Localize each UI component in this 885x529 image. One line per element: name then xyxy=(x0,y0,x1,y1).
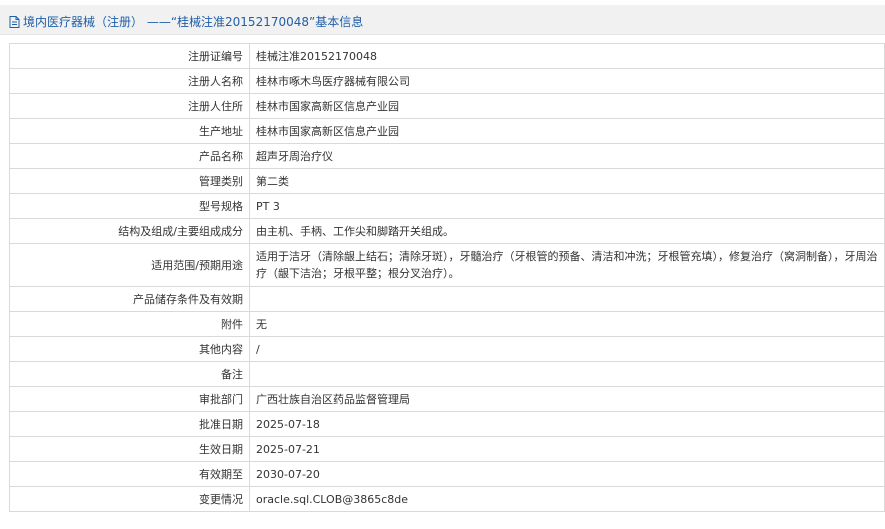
row-value xyxy=(249,286,885,312)
row-label: 管理类别 xyxy=(9,168,250,194)
row-label: 变更情况 xyxy=(9,486,250,512)
row-value xyxy=(249,361,885,387)
page-header: 境内医疗器械（注册） ——“桂械注准20152170048”基本信息 xyxy=(0,5,885,35)
row-label: 适用范围/预期用途 xyxy=(9,243,250,287)
header-title: 境内医疗器械（注册） ——“桂械注准20152170048”基本信息 xyxy=(23,15,364,29)
info-table: 注册证编号 桂械注准20152170048 注册人名称 桂林市啄木鸟医疗器械有限… xyxy=(9,43,885,512)
table-row: 适用范围/预期用途 适用于洁牙（清除龈上结石；清除牙斑），牙髓治疗（牙根管的预备… xyxy=(9,243,885,287)
row-value: 超声牙周治疗仪 xyxy=(249,143,885,169)
row-value: PT 3 xyxy=(249,193,885,219)
table-row: 产品名称 超声牙周治疗仪 xyxy=(9,143,885,169)
table-row: 注册人名称 桂林市啄木鸟医疗器械有限公司 xyxy=(9,68,885,94)
row-label: 附件 xyxy=(9,311,250,337)
table-row: 生产地址 桂林市国家高新区信息产业园 xyxy=(9,118,885,144)
table-row: 注册人住所 桂林市国家高新区信息产业园 xyxy=(9,93,885,119)
row-label: 备注 xyxy=(9,361,250,387)
row-value: 桂林市啄木鸟医疗器械有限公司 xyxy=(249,68,885,94)
row-label: 注册人住所 xyxy=(9,93,250,119)
row-label: 生效日期 xyxy=(9,436,250,462)
table-row: 型号规格 PT 3 xyxy=(9,193,885,219)
row-value: 桂林市国家高新区信息产业园 xyxy=(249,93,885,119)
row-label: 生产地址 xyxy=(9,118,250,144)
table-row: 批准日期 2025-07-18 xyxy=(9,411,885,437)
row-label: 结构及组成/主要组成成分 xyxy=(9,218,250,244)
row-value: 2025-07-18 xyxy=(249,411,885,437)
row-value: 桂林市国家高新区信息产业园 xyxy=(249,118,885,144)
row-label: 注册证编号 xyxy=(9,43,250,69)
row-value: oracle.sql.CLOB@3865c8de xyxy=(249,486,885,512)
table-row: 注册证编号 桂械注准20152170048 xyxy=(9,43,885,69)
row-value: 适用于洁牙（清除龈上结石；清除牙斑），牙髓治疗（牙根管的预备、清洁和冲洗；牙根管… xyxy=(249,243,885,287)
row-value: / xyxy=(249,336,885,362)
row-value: 第二类 xyxy=(249,168,885,194)
table-row: 生效日期 2025-07-21 xyxy=(9,436,885,462)
row-label: 审批部门 xyxy=(9,386,250,412)
table-row: 管理类别 第二类 xyxy=(9,168,885,194)
header-title-row: 境内医疗器械（注册） ——“桂械注准20152170048”基本信息 xyxy=(9,13,363,31)
document-icon xyxy=(9,16,20,31)
row-value: 桂械注准20152170048 xyxy=(249,43,885,69)
row-label: 批准日期 xyxy=(9,411,250,437)
row-label: 型号规格 xyxy=(9,193,250,219)
table-row: 其他内容 / xyxy=(9,336,885,362)
row-value: 由主机、手柄、工作尖和脚踏开关组成。 xyxy=(249,218,885,244)
row-value: 无 xyxy=(249,311,885,337)
row-label: 其他内容 xyxy=(9,336,250,362)
row-label: 注册人名称 xyxy=(9,68,250,94)
row-value: 广西壮族自治区药品监督管理局 xyxy=(249,386,885,412)
table-row: 备注 xyxy=(9,361,885,387)
row-label: 有效期至 xyxy=(9,461,250,487)
table-row: 产品储存条件及有效期 xyxy=(9,286,885,312)
row-label: 产品储存条件及有效期 xyxy=(9,286,250,312)
info-table-container: 注册证编号 桂械注准20152170048 注册人名称 桂林市啄木鸟医疗器械有限… xyxy=(9,43,885,512)
row-value: 2025-07-21 xyxy=(249,436,885,462)
row-value: 2030-07-20 xyxy=(249,461,885,487)
table-row: 审批部门 广西壮族自治区药品监督管理局 xyxy=(9,386,885,412)
table-row: 有效期至 2030-07-20 xyxy=(9,461,885,487)
table-row: 变更情况 oracle.sql.CLOB@3865c8de xyxy=(9,486,885,512)
table-row: 附件 无 xyxy=(9,311,885,337)
row-label: 产品名称 xyxy=(9,143,250,169)
table-row: 结构及组成/主要组成成分 由主机、手柄、工作尖和脚踏开关组成。 xyxy=(9,218,885,244)
